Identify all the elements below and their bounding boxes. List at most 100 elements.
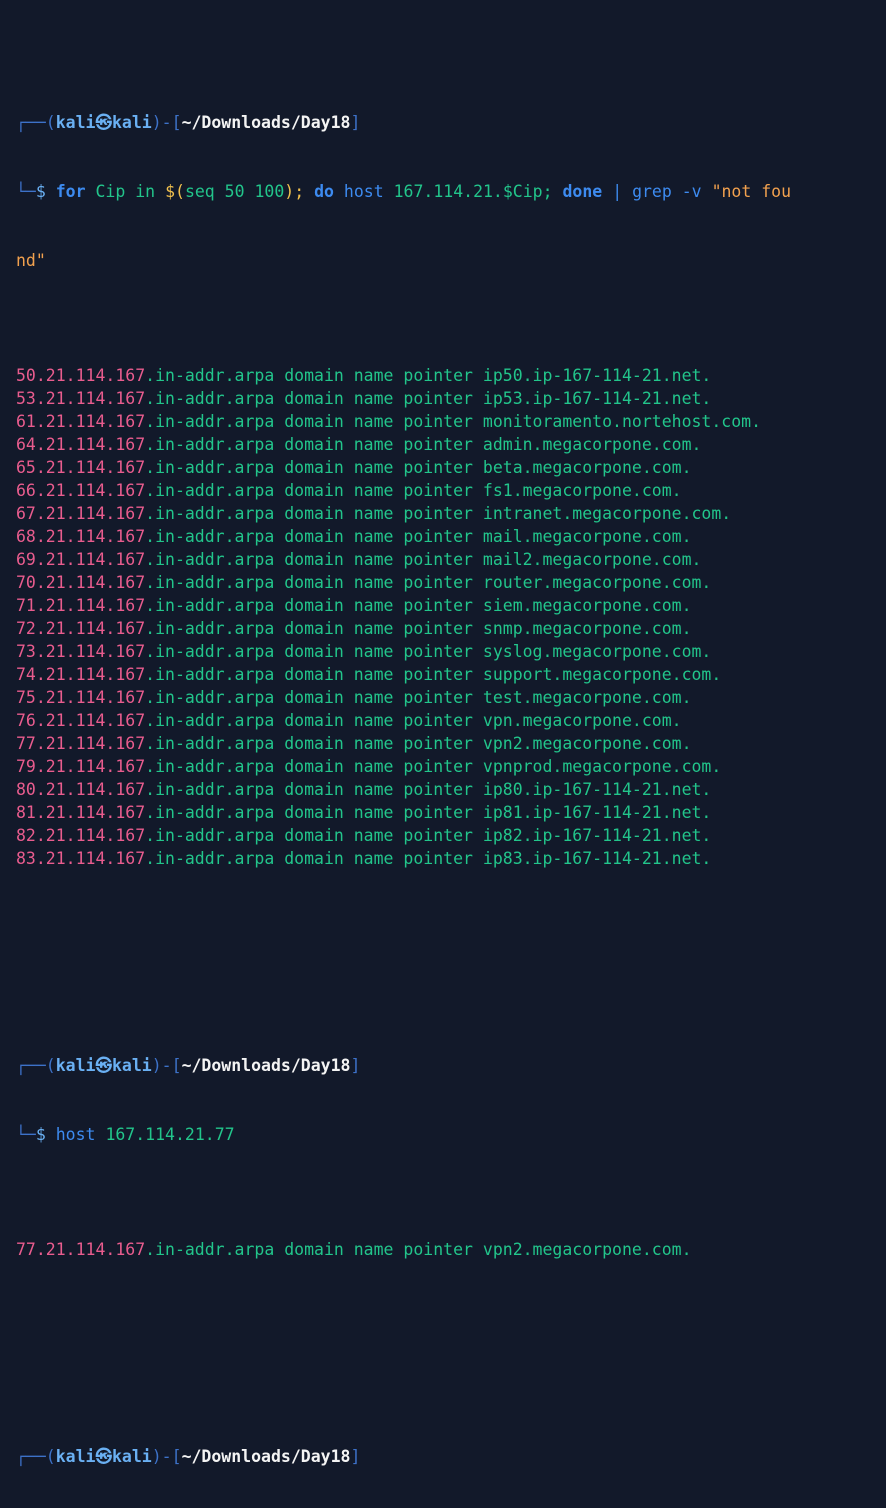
output-row: 67.21.114.167.in-addr.arpa domain name p… [16,502,882,525]
output-row: 65.21.114.167.in-addr.arpa domain name p… [16,456,882,479]
reverse-ip: 68.21.114.167 [16,527,146,546]
output-row: 50.21.114.167.in-addr.arpa domain name p… [16,364,882,387]
semicolon: ; [542,182,553,201]
prompt-path: ~/Downloads/Day18 [181,113,351,132]
prompt-user: kali [55,1056,96,1075]
prompt-dollar: $ [35,1125,46,1144]
grep-pattern-wrap: nd" [16,251,46,270]
prompt-frame-top: ┌──( [16,113,56,132]
output-row: 77.21.114.167.in-addr.arpa domain name p… [16,732,882,755]
ptr-record-text: .in-addr.arpa domain name pointer mail.m… [145,527,692,546]
prompt-header: ┌──(kali㉿kali)-[~/Downloads/Day18] [16,1054,882,1077]
prompt-user: kali [55,113,96,132]
output-row: 73.21.114.167.in-addr.arpa domain name p… [16,640,882,663]
reverse-ip: 67.21.114.167 [16,504,146,523]
loop-variable: Cip [95,182,126,201]
ptr-record-text: .in-addr.arpa domain name pointer vpn2.m… [145,734,692,753]
reverse-ip: 77.21.114.167 [16,734,146,753]
reverse-ip: 65.21.114.167 [16,458,146,477]
prompt-path: ~/Downloads/Day18 [181,1447,351,1466]
prompt-frame-top: ┌──( [16,1056,56,1075]
subshell-open: $( [165,182,185,201]
output-row: 66.21.114.167.in-addr.arpa domain name p… [16,479,882,502]
output-row: 64.21.114.167.in-addr.arpa domain name p… [16,433,882,456]
prompt-host: kali [112,1447,152,1466]
ptr-record-text: .in-addr.arpa domain name pointer vpn2.m… [145,1240,692,1259]
subshell-close: ); [284,182,305,201]
keyword-do: do [314,182,334,201]
reverse-ip: 61.21.114.167 [16,412,146,431]
output-row: 77.21.114.167.in-addr.arpa domain name p… [16,1238,882,1261]
output-row: 81.21.114.167.in-addr.arpa domain name p… [16,801,882,824]
prompt-frame-mid: )-[ [151,1056,182,1075]
ptr-record-text: .in-addr.arpa domain name pointer ip83.i… [145,849,712,868]
prompt-header: ┌──(kali㉿kali)-[~/Downloads/Day18] [16,1445,882,1468]
output-row: 75.21.114.167.in-addr.arpa domain name p… [16,686,882,709]
prompt-host: kali [112,1056,152,1075]
prompt-header: ┌──(kali㉿kali)-[~/Downloads/Day18] [16,111,882,134]
reverse-ip: 83.21.114.167 [16,849,146,868]
reverse-ip: 73.21.114.167 [16,642,146,661]
ptr-record-text: .in-addr.arpa domain name pointer router… [145,573,712,592]
prompt-frame-end: ] [350,1056,361,1075]
prompt-user: kali [55,1447,96,1466]
reverse-ip: 70.21.114.167 [16,573,146,592]
ptr-record-text: .in-addr.arpa domain name pointer intran… [145,504,732,523]
reverse-ip: 80.21.114.167 [16,780,146,799]
output-row: 68.21.114.167.in-addr.arpa domain name p… [16,525,882,548]
output-row: 79.21.114.167.in-addr.arpa domain name p… [16,755,882,778]
reverse-ip: 77.21.114.167 [16,1240,146,1259]
output-row: 70.21.114.167.in-addr.arpa domain name p… [16,571,882,594]
ptr-record-text: .in-addr.arpa domain name pointer ip81.i… [145,803,712,822]
output-row: 82.21.114.167.in-addr.arpa domain name p… [16,824,882,847]
grep-flag: -v [681,182,702,201]
reverse-ip: 53.21.114.167 [16,389,146,408]
prompt-separator: ㉿ [95,113,113,132]
ptr-record-text: .in-addr.arpa domain name pointer ip80.i… [145,780,712,799]
reverse-ip: 74.21.114.167 [16,665,146,684]
grep-pattern: "not fou [711,182,792,201]
prompt-frame-end: ] [350,113,361,132]
ptr-record-text: .in-addr.arpa domain name pointer test.m… [145,688,692,707]
command-grep: grep [632,182,672,201]
reverse-ip: 71.21.114.167 [16,596,146,615]
terminal-window[interactable]: ┌──(kali㉿kali)-[~/Downloads/Day18] └─$ f… [16,19,882,1508]
keyword-done: done [562,182,603,201]
reverse-ip: 64.21.114.167 [16,435,146,454]
prompt-path: ~/Downloads/Day18 [181,1056,351,1075]
subshell-body: seq 50 100 [184,182,285,201]
ptr-record-text: .in-addr.arpa domain name pointer admin.… [145,435,702,454]
output-row: 71.21.114.167.in-addr.arpa domain name p… [16,594,882,617]
command-line: └─$ host 167.114.21.77 [16,1123,882,1146]
prompt-frame-bottom: └─ [16,1125,36,1144]
reverse-ip: 50.21.114.167 [16,366,146,385]
host-argument: 167.114.21. [393,182,503,201]
command-output: 77.21.114.167.in-addr.arpa domain name p… [16,1238,882,1261]
output-row: 69.21.114.167.in-addr.arpa domain name p… [16,548,882,571]
command-host: host [55,1125,96,1144]
ptr-record-text: .in-addr.arpa domain name pointer monito… [145,412,762,431]
output-row: 72.21.114.167.in-addr.arpa domain name p… [16,617,882,640]
ptr-record-text: .in-addr.arpa domain name pointer syslog… [145,642,712,661]
reverse-ip: 82.21.114.167 [16,826,146,845]
ptr-record-text: .in-addr.arpa domain name pointer snmp.m… [145,619,692,638]
command-line-wrap: nd" [16,249,882,272]
ptr-record-text: .in-addr.arpa domain name pointer siem.m… [145,596,692,615]
ptr-record-text: .in-addr.arpa domain name pointer suppor… [145,665,722,684]
output-row: 61.21.114.167.in-addr.arpa domain name p… [16,410,882,433]
keyword-for: for [55,182,86,201]
output-row: 76.21.114.167.in-addr.arpa domain name p… [16,709,882,732]
reverse-ip: 76.21.114.167 [16,711,146,730]
host-argument: 167.114.21.77 [105,1125,235,1144]
ptr-record-text: .in-addr.arpa domain name pointer vpn.me… [145,711,682,730]
prompt-frame-mid: )-[ [151,1447,182,1466]
reverse-ip: 75.21.114.167 [16,688,146,707]
ptr-record-text: .in-addr.arpa domain name pointer mail2.… [145,550,702,569]
reverse-ip: 79.21.114.167 [16,757,146,776]
prompt-dollar: $ [35,182,46,201]
prompt-frame-mid: )-[ [151,113,182,132]
output-row: 80.21.114.167.in-addr.arpa domain name p… [16,778,882,801]
host-argument-var: $Cip [502,182,543,201]
